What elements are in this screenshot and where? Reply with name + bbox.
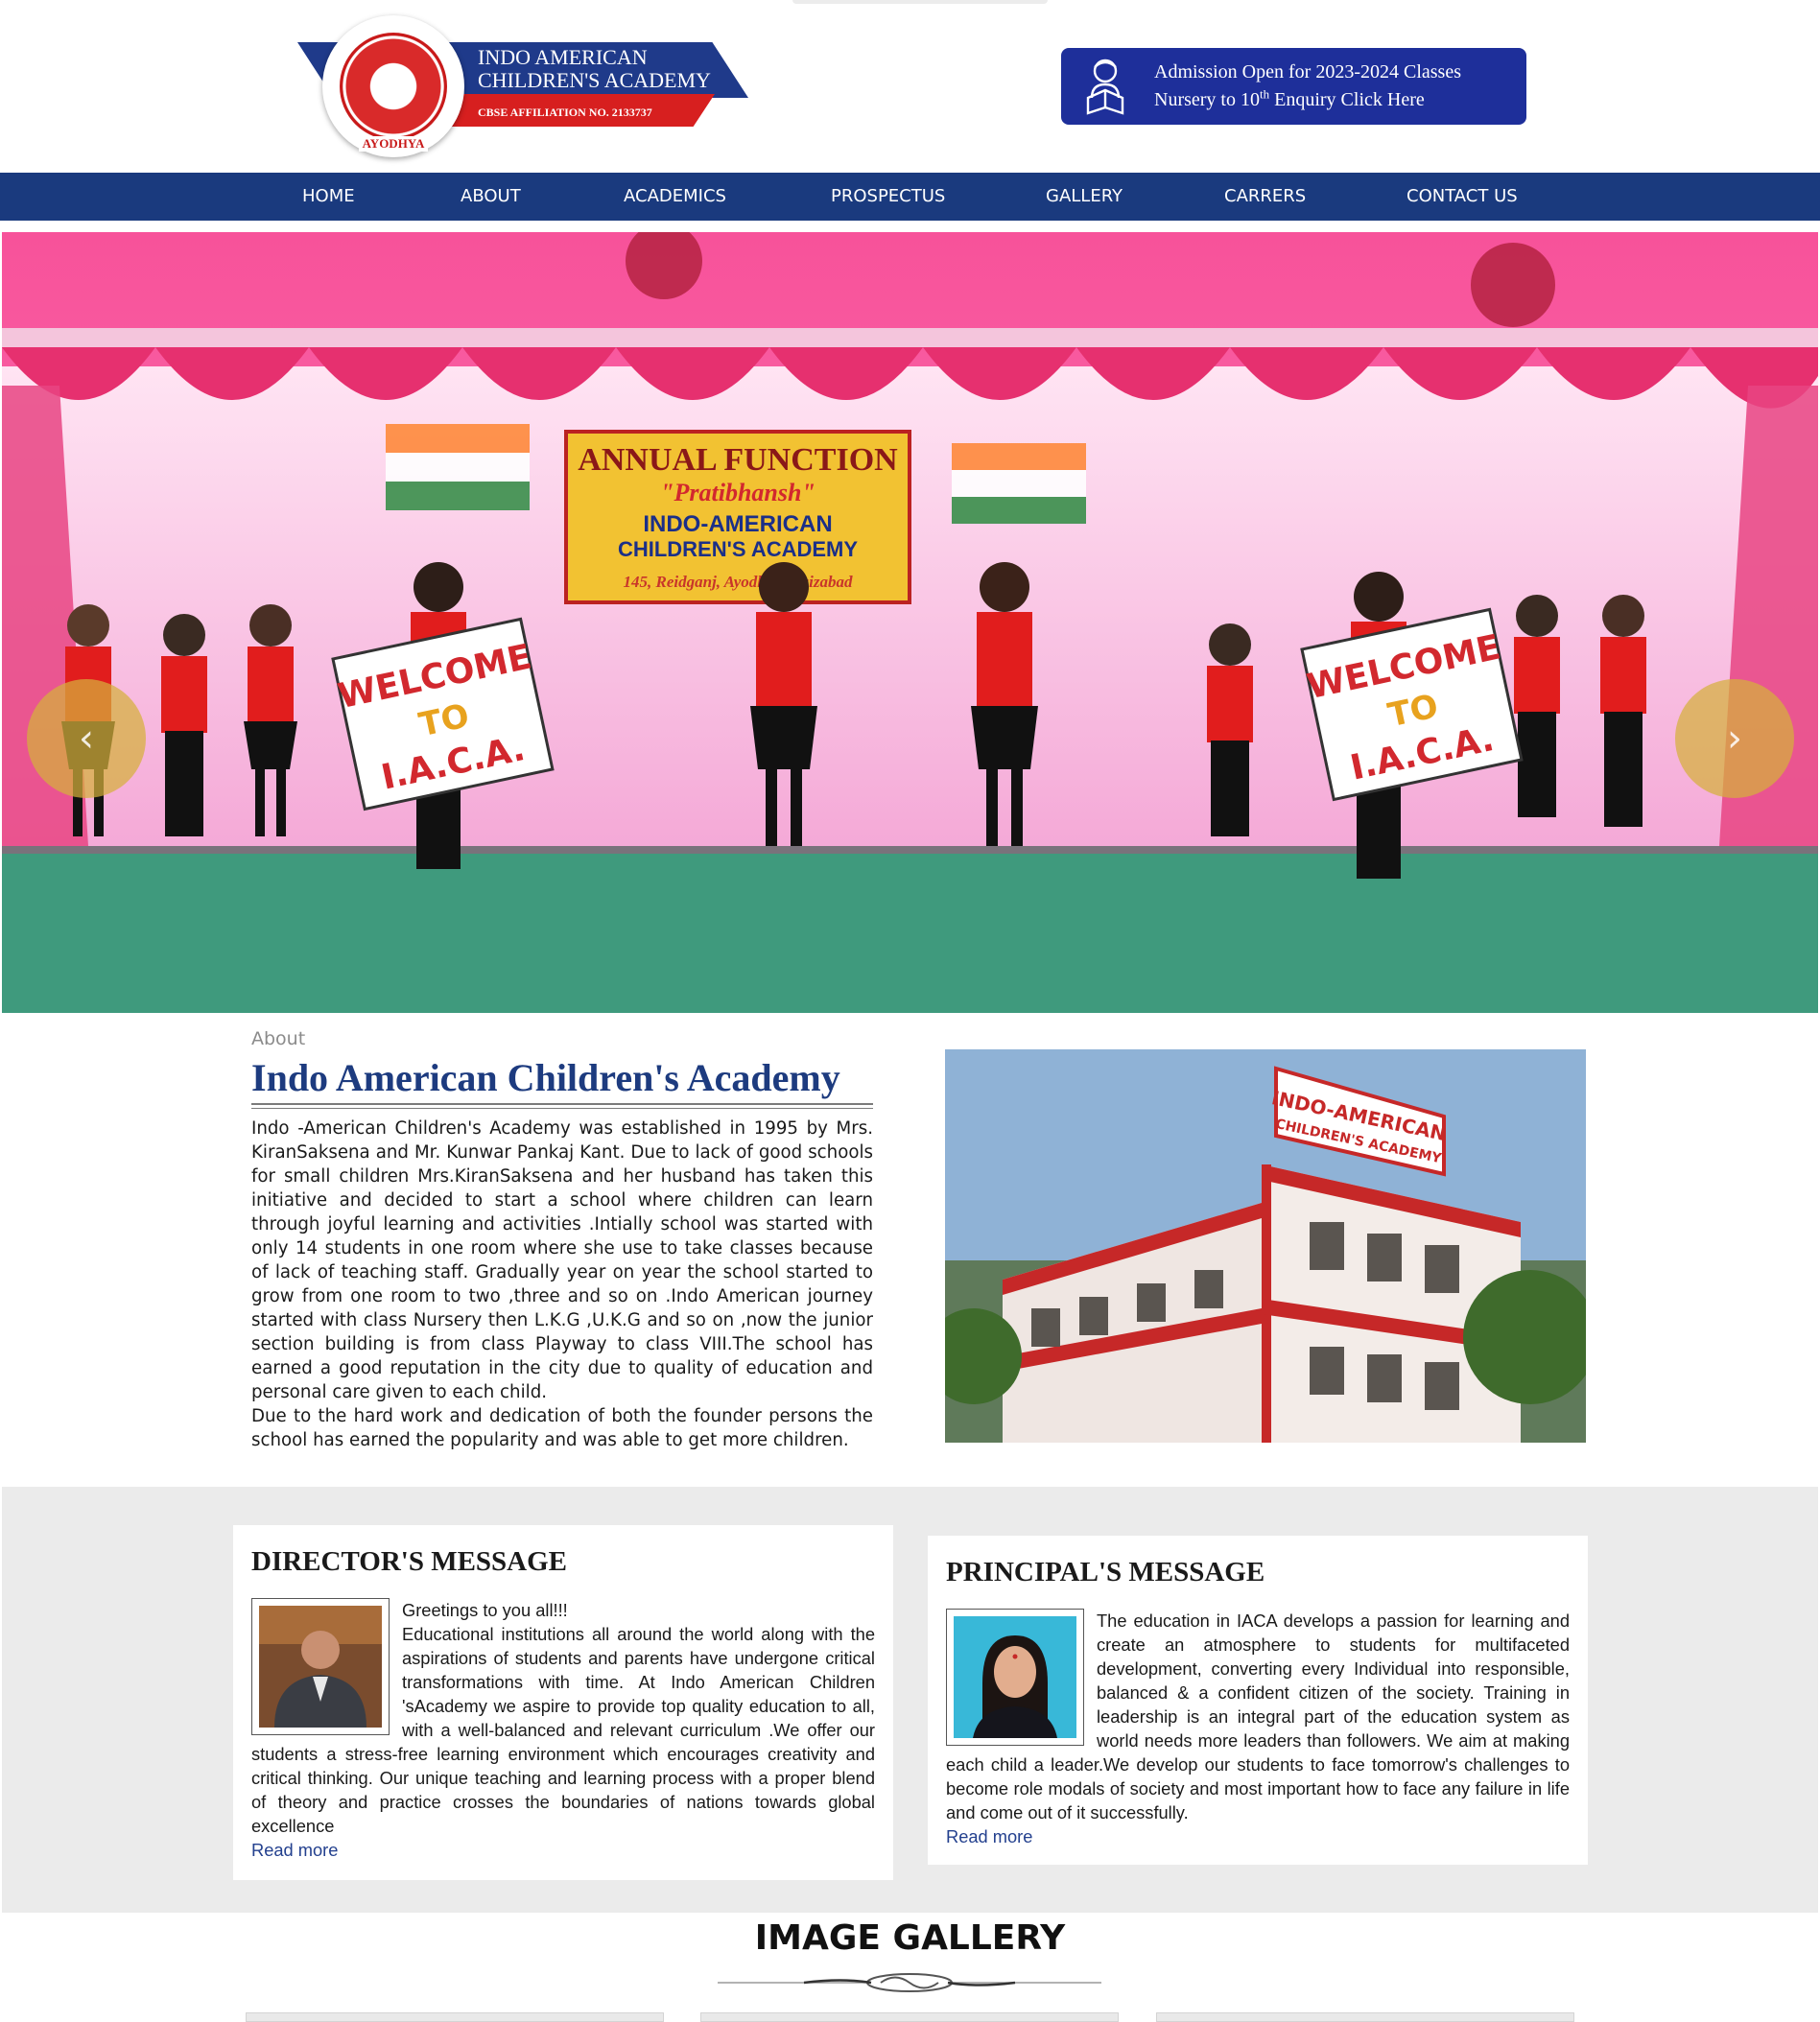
director-card: DIRECTOR'S MESSAGE Greetings to you all!… [233,1525,893,1880]
nav-gallery[interactable]: GALLERY [1046,173,1123,221]
slider-next-button[interactable]: › [1675,679,1794,798]
logo-school-name: INDO AMERICAN CHILDREN'S ACADEMY [478,46,746,92]
nav-about[interactable]: ABOUT [461,173,521,221]
logo-name-line1: INDO AMERICAN [478,45,648,69]
logo-seal-city: AYODHYA [358,136,429,152]
admission-line2: Nursery to 10th Enquiry Click Here [1154,86,1425,110]
logo-seal-frame: AYODHYA [322,15,464,157]
nav-contact-us[interactable]: CONTACT US [1406,173,1518,221]
gallery-ornament-divider [718,1973,1101,1992]
nav-home[interactable]: HOME [302,173,355,221]
about-paragraph-1: Indo -American Children's Academy was es… [251,1118,873,1402]
director-photo [251,1598,390,1735]
school-logo[interactable]: AYODHYA INDO AMERICAN CHILDREN'S ACADEMY… [288,15,768,159]
admission-text: Admission Open for 2023-2024 Classes Nur… [1154,59,1461,114]
about-paragraph-2: Due to the hard work and dedication of b… [251,1406,873,1450]
director-title: DIRECTOR'S MESSAGE [251,1546,568,1577]
about-title-divider [251,1103,873,1109]
admission-line1: Admission Open for 2023-2024 Classes [1154,61,1461,82]
hero-slider: ANNUAL FUNCTION "Pratibhansh" INDO-AMERI… [2,232,1818,1013]
director-read-more-link[interactable]: Read more [251,1838,875,1862]
nav-prospectus[interactable]: PROSPECTUS [831,173,945,221]
admission-enquiry-button[interactable]: Admission Open for 2023-2024 Classes Nur… [1061,48,1526,125]
site-header: AYODHYA INDO AMERICAN CHILDREN'S ACADEMY… [0,0,1820,173]
main-nav: HOME ABOUT ACADEMICS PROSPECTUS GALLERY … [0,173,1820,221]
banner-line1: ANNUAL FUNCTION [578,442,898,478]
gallery-thumb-3[interactable] [1156,2012,1574,2022]
chevron-right-icon: › [1727,717,1742,761]
director-message: Greetings to you all!!! Educational inst… [251,1598,875,1862]
about-section: About Indo American Children's Academy I… [0,1013,1820,1487]
slider-prev-button[interactable]: ‹ [27,679,146,798]
principal-card: PRINCIPAL'S MESSAGE The education in IAC… [928,1536,1588,1865]
about-text: Indo -American Children's Academy was es… [251,1117,873,1452]
nav-academics[interactable]: ACADEMICS [624,173,726,221]
nav-carrers[interactable]: CARRERS [1224,173,1306,221]
gallery-thumb-2[interactable] [700,2012,1119,2022]
principal-read-more-link[interactable]: Read more [946,1824,1570,1848]
banner-line3: INDO-AMERICAN [643,511,832,537]
principal-title: PRINCIPAL'S MESSAGE [946,1557,1265,1587]
logo-affiliation: CBSE AFFILIATION NO. 2133737 [478,106,652,119]
top-tab [792,0,1048,4]
logo-seal-emblem: AYODHYA [340,33,447,152]
logo-name-line2: CHILDREN'S ACADEMY [478,68,711,92]
about-title: Indo American Children's Academy [251,1056,840,1099]
hero-slide-image: ANNUAL FUNCTION "Pratibhansh" INDO-AMERI… [2,232,1818,1013]
principal-photo [946,1609,1084,1746]
principal-message: The education in IACA develops a passion… [946,1609,1570,1848]
banner-line2: "Pratibhansh" [660,479,815,506]
banner-line4: CHILDREN'S ACADEMY [618,537,858,561]
banner-line5: 145, Reidganj, Ayodhya, Faizabad [624,573,853,591]
chevron-left-icon: ‹ [79,717,94,761]
gallery-title: IMAGE GALLERY [754,1918,1066,1958]
about-eyebrow: About [251,1028,306,1049]
student-reading-icon [1086,59,1124,115]
school-building-photo: INDO-AMERICAN CHILDREN'S ACADEMY [945,1049,1586,1443]
gallery-thumb-1[interactable] [246,2012,664,2022]
messages-section: DIRECTOR'S MESSAGE Greetings to you all!… [2,1487,1818,1913]
